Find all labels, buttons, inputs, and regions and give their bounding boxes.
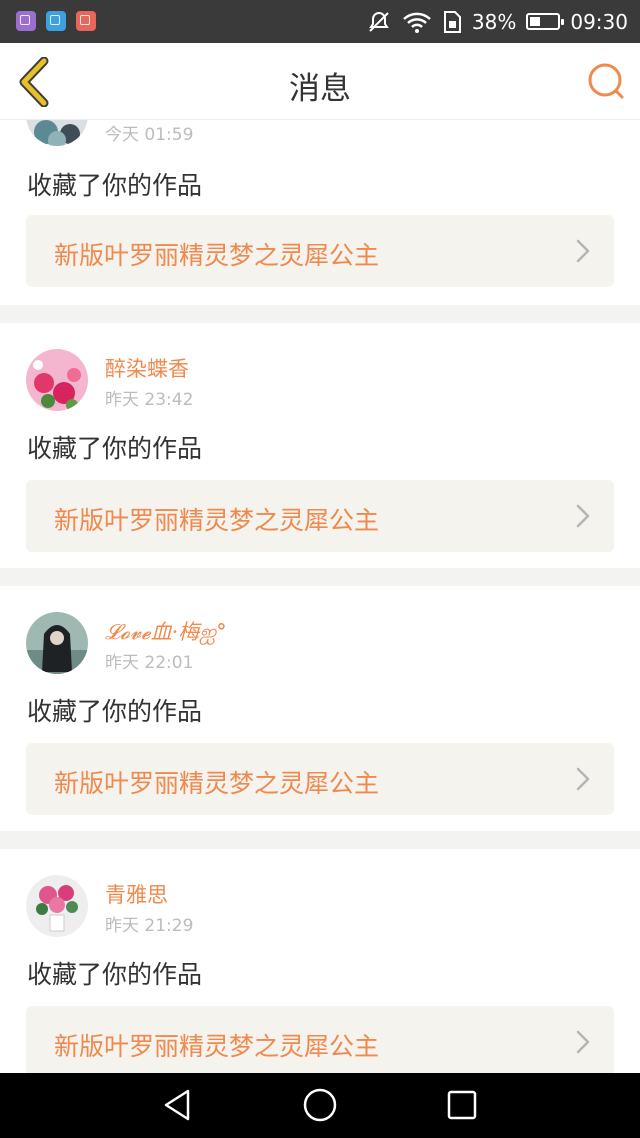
message-time: 昨天 21:29 — [105, 916, 194, 936]
message-time: 昨天 22:01 — [105, 653, 194, 673]
work-link[interactable]: 新版叶罗丽精灵梦之灵犀公主 — [26, 215, 614, 287]
recents-square-icon — [447, 1090, 477, 1120]
search-icon — [588, 63, 624, 99]
sim-icon — [443, 10, 461, 33]
nav-back-button[interactable] — [160, 1087, 196, 1123]
user-name[interactable]: 醉染蝶香 — [105, 353, 189, 383]
message-time: 昨天 23:42 — [105, 390, 194, 410]
message-action: 收藏了你的作品 — [27, 697, 203, 726]
message-action: 收藏了你的作品 — [27, 960, 203, 989]
message-action: 收藏了你的作品 — [27, 171, 203, 200]
work-link[interactable]: 新版叶罗丽精灵梦之灵犀公主 — [26, 743, 614, 815]
avatar-image — [26, 120, 88, 146]
work-link[interactable]: 新版叶罗丽精灵梦之灵犀公主 — [26, 480, 614, 552]
work-title: 新版叶罗丽精灵梦之灵犀公主 — [54, 506, 380, 535]
chevron-right-icon — [576, 767, 590, 791]
status-app-icons — [16, 11, 96, 31]
clock: 09:30 — [570, 9, 628, 34]
avatar[interactable] — [26, 349, 88, 411]
gallery-app-icon — [16, 11, 36, 31]
work-title: 新版叶罗丽精灵梦之灵犀公主 — [54, 241, 380, 270]
message-time: 今天 01:59 — [105, 125, 194, 145]
battery-level — [530, 17, 541, 26]
work-title: 新版叶罗丽精灵梦之灵犀公主 — [54, 1032, 380, 1061]
divider — [0, 305, 640, 323]
calendar-app-icon — [46, 11, 66, 31]
avatar[interactable] — [26, 120, 88, 146]
message-card: 今天 01:59 收藏了你的作品 新版叶罗丽精灵梦之灵犀公主 — [0, 120, 640, 305]
avatar-image — [26, 349, 88, 411]
work-title: 新版叶罗丽精灵梦之灵犀公主 — [54, 769, 380, 798]
top-app-bar: 消息 — [0, 43, 640, 120]
system-nav-bar — [0, 1073, 640, 1138]
status-bar: 38% 09:30 — [0, 0, 640, 43]
chevron-right-icon — [576, 1030, 590, 1054]
tools-app-icon — [76, 11, 96, 31]
message-card: 青雅思 昨天 21:29 收藏了你的作品 新版叶罗丽精灵梦之灵犀公主 — [0, 849, 640, 1073]
wifi-icon — [403, 12, 431, 33]
chevron-right-icon — [576, 504, 590, 528]
search-button[interactable] — [586, 61, 626, 101]
avatar-image — [26, 875, 88, 937]
avatar-image — [26, 612, 88, 674]
back-triangle-icon — [164, 1089, 190, 1121]
message-action: 收藏了你的作品 — [27, 434, 203, 463]
work-link[interactable]: 新版叶罗丽精灵梦之灵犀公主 — [26, 1006, 614, 1073]
status-indicators: 38% 09:30 — [366, 0, 628, 43]
user-name[interactable]: 青雅思 — [105, 879, 168, 909]
message-list[interactable]: 今天 01:59 收藏了你的作品 新版叶罗丽精灵梦之灵犀公主 醉染蝶香 昨天 2… — [0, 120, 640, 1073]
mute-icon — [369, 11, 389, 32]
divider — [0, 831, 640, 849]
avatar[interactable] — [26, 612, 88, 674]
battery-icon — [526, 13, 565, 30]
page-title: 消息 — [289, 71, 351, 107]
home-circle-icon — [303, 1088, 337, 1122]
divider — [0, 568, 640, 586]
nav-recents-button[interactable] — [444, 1087, 480, 1123]
message-card: 𝓛𝓸𝓿𝓮血·梅ஐ° 昨天 22:01 收藏了你的作品 新版叶罗丽精灵梦之灵犀公主 — [0, 586, 640, 831]
chevron-right-icon — [576, 239, 590, 263]
message-card: 醉染蝶香 昨天 23:42 收藏了你的作品 新版叶罗丽精灵梦之灵犀公主 — [0, 323, 640, 568]
avatar[interactable] — [26, 875, 88, 937]
nav-home-button[interactable] — [302, 1087, 338, 1123]
battery-percent: 38% — [471, 9, 517, 34]
user-name[interactable]: 𝓛𝓸𝓿𝓮血·梅ஐ° — [105, 616, 227, 647]
